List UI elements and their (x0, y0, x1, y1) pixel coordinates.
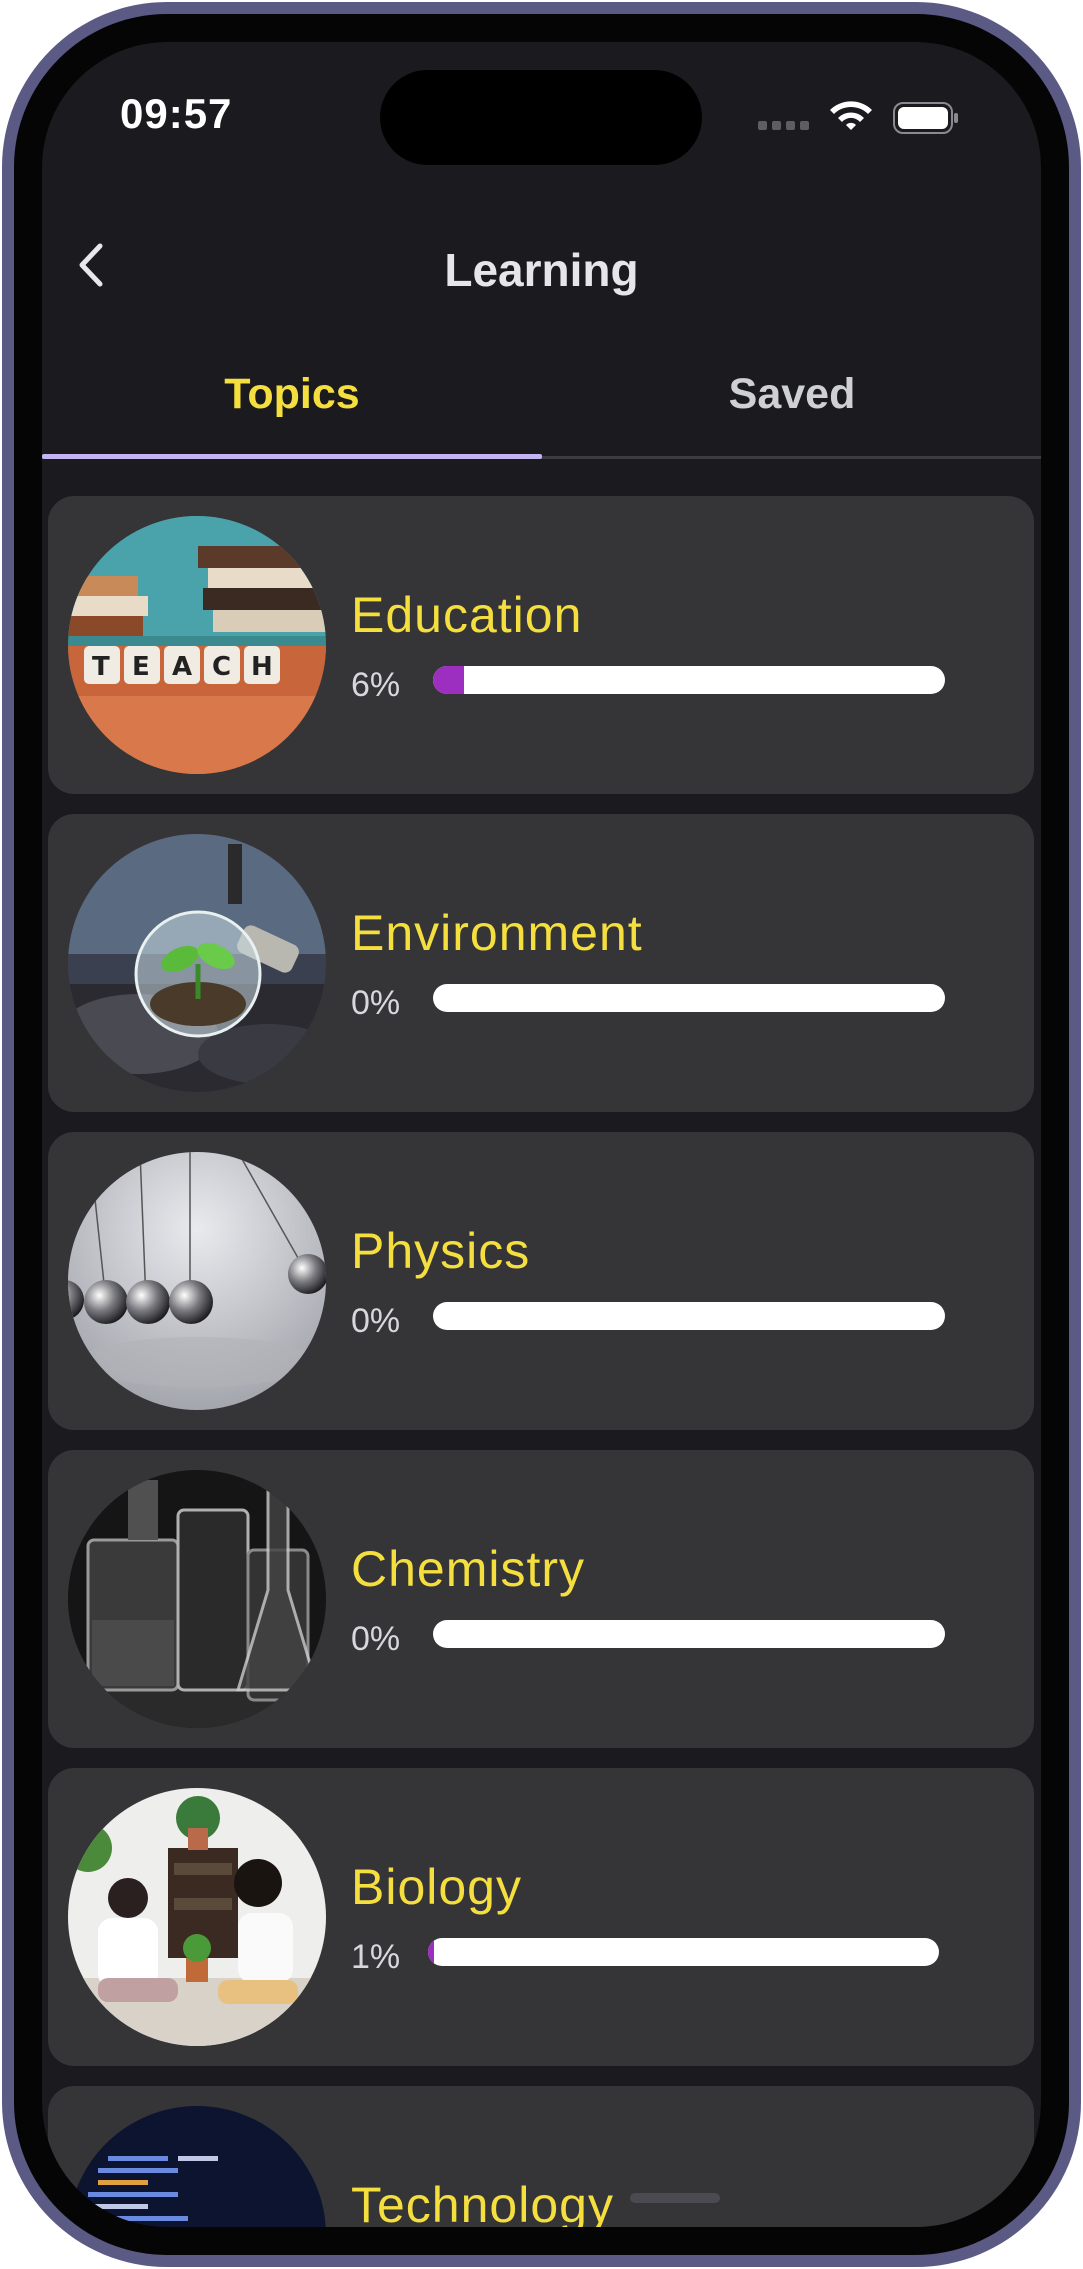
biology-image (68, 1788, 326, 2046)
topic-card-environment[interactable]: Environment 0% (48, 814, 1034, 1112)
topic-card-technology[interactable]: Technology (48, 2086, 1034, 2227)
topic-progress-percent: 0% (351, 1302, 401, 1340)
chemistry-image (68, 1470, 326, 1728)
cellular-signal-icon (758, 121, 813, 131)
status-time: 09:57 (120, 90, 233, 137)
battery-icon (893, 102, 958, 134)
svg-text:H: H (251, 652, 273, 682)
tab-active-indicator (42, 454, 542, 459)
topic-progress-bar (428, 1938, 939, 1966)
dynamic-island (380, 70, 702, 165)
topic-title: Physics (351, 1223, 531, 1279)
status-icons (758, 100, 968, 140)
topic-card-chemistry[interactable]: Chemistry 0% (48, 1450, 1034, 1748)
wifi-icon (830, 101, 872, 130)
tab-saved[interactable]: Saved (542, 370, 1042, 419)
topic-progress-fill (428, 1938, 435, 1966)
svg-text:C: C (212, 652, 231, 682)
topic-progress-percent: 6% (351, 666, 401, 704)
environment-image (68, 834, 326, 1092)
topic-title: Chemistry (351, 1541, 586, 1597)
education-image: T E A C H (68, 516, 326, 774)
topic-card-education[interactable]: T E A C H Education 6% (48, 496, 1034, 794)
topic-title: Technology (351, 2177, 614, 2227)
page-title: Learning (444, 244, 639, 296)
topic-card-physics[interactable]: Physics 0% (48, 1132, 1034, 1430)
topic-progress-bar (433, 1302, 945, 1330)
topic-progress-bar (433, 666, 945, 694)
tab-topics[interactable]: Topics (42, 370, 542, 419)
svg-text:E: E (132, 652, 150, 682)
svg-text:A: A (172, 652, 192, 682)
topic-title: Biology (351, 1859, 522, 1915)
topic-progress-percent: 1% (351, 1938, 401, 1976)
topic-card-biology[interactable]: Biology 1% (48, 1768, 1034, 2066)
svg-text:T: T (92, 652, 110, 682)
topic-progress-fill (433, 666, 464, 694)
technology-image (68, 2106, 326, 2227)
topic-title: Environment (351, 905, 643, 961)
topic-progress-percent: 0% (351, 1620, 401, 1658)
topic-title: Education (351, 587, 583, 643)
topic-progress-bar (433, 1620, 945, 1648)
physics-image (68, 1152, 326, 1410)
topic-progress-percent: 0% (351, 984, 401, 1022)
topic-progress-bar (433, 984, 945, 1012)
home-indicator[interactable] (630, 2193, 720, 2203)
